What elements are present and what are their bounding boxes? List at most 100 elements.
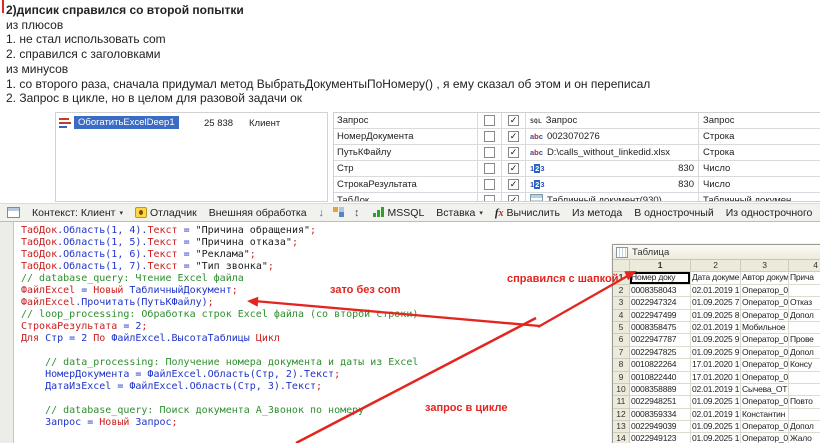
watch-row[interactable]: СтрокаРезультата ✓ 123 830 Число bbox=[334, 177, 820, 193]
watch-checkbox-cell[interactable]: ✓ bbox=[502, 193, 526, 201]
method-list[interactable]: ОбогатитьExcelDeep1 25 838 Клиент bbox=[55, 112, 328, 202]
grid-row-number[interactable]: 3 bbox=[613, 297, 630, 310]
grid-cell[interactable]: 0008358043 bbox=[630, 284, 691, 298]
grid-row-number[interactable]: 5 bbox=[613, 321, 630, 335]
evaluate-button[interactable]: Вычислить bbox=[491, 206, 564, 220]
watch-row[interactable]: НомерДокумента ✓ abc 0023070276 Строка bbox=[334, 129, 820, 145]
grid-cell[interactable]: Допол bbox=[789, 421, 820, 434]
grid-row-number[interactable]: 9 bbox=[613, 371, 630, 384]
grid-cell[interactable]: 0022949123 bbox=[630, 433, 691, 443]
grid-cell[interactable]: 01.09.2025 7 bbox=[691, 297, 741, 310]
insert-dropdown[interactable]: Вставка ▾ bbox=[432, 206, 487, 220]
code-line[interactable]: // database_query: Поиск документа А_Зво… bbox=[21, 405, 418, 417]
grid-cell[interactable]: 0008359334 bbox=[630, 408, 691, 422]
sort-button[interactable] bbox=[350, 206, 364, 220]
to-single-line-button[interactable]: В однострочный bbox=[630, 206, 717, 220]
code-line[interactable] bbox=[21, 345, 418, 357]
grid-cell[interactable]: Оператор_0 bbox=[741, 371, 789, 384]
grid-row-number[interactable]: 2 bbox=[613, 284, 630, 298]
grid-cell[interactable]: 01.09.2025 8 bbox=[691, 309, 741, 322]
grid-row-number[interactable]: 12 bbox=[613, 408, 630, 422]
grid-row-number[interactable]: 10 bbox=[613, 383, 630, 397]
grid-cell[interactable]: Жало bbox=[789, 433, 820, 443]
checkbox-checked[interactable]: ✓ bbox=[508, 115, 519, 126]
checkbox-unchecked[interactable] bbox=[484, 131, 495, 142]
code-lines[interactable]: ТабДок.Область(1, 4).Текст = "Причина об… bbox=[21, 225, 418, 429]
grid-cell[interactable]: Оператор_0 bbox=[741, 396, 789, 409]
method-list-item[interactable]: ОбогатитьExcelDeep1 25 838 Клиент bbox=[56, 115, 327, 133]
blocks-button[interactable] bbox=[329, 206, 349, 219]
grid-cell[interactable]: Консу bbox=[789, 359, 820, 372]
grid-cell[interactable]: 17.01.2020 1 bbox=[691, 359, 741, 372]
grid-cell[interactable]: Оператор_0 bbox=[741, 346, 789, 360]
code-line[interactable]: ДатаИзExcel = ФайлExcel.Область(Стр, 3).… bbox=[21, 381, 418, 393]
grid-row-number[interactable]: 8 bbox=[613, 359, 630, 372]
grid-cell[interactable]: Сычева_ОТ bbox=[741, 383, 789, 397]
grid-cell[interactable]: 01.09.2025 1 bbox=[691, 396, 741, 409]
table-row[interactable]: 14 0022949123 01.09.2025 1 Оператор_0 Жало bbox=[613, 433, 820, 443]
checkbox-checked[interactable]: ✓ bbox=[508, 163, 519, 174]
grid-cell[interactable]: 0022947787 bbox=[630, 334, 691, 347]
checkbox-checked[interactable]: ✓ bbox=[508, 179, 519, 190]
table-row[interactable]: 7 0022947825 01.09.2025 9 Оператор_0 Допол bbox=[613, 346, 820, 360]
watch-checkbox-cell[interactable] bbox=[478, 145, 502, 160]
table-row[interactable]: 11 0022948251 01.09.2025 1 Оператор_0 Повто bbox=[613, 396, 820, 409]
watch-row[interactable]: ТабДок ✓ Табличный документ(930) Табличный … bbox=[334, 193, 820, 201]
grid-cell[interactable]: Оператор_0 bbox=[741, 421, 789, 434]
grid-column-header[interactable]: 4 bbox=[789, 260, 820, 273]
grid-cell[interactable]: Допол bbox=[789, 347, 820, 360]
table-row[interactable]: 3 0022947324 01.09.2025 7 Оператор_0 Отказ bbox=[613, 297, 820, 310]
grid-cell[interactable] bbox=[789, 409, 820, 422]
debugger-button[interactable]: Отладчик bbox=[131, 206, 201, 220]
grid-cell[interactable]: 02.01.2019 1 bbox=[691, 408, 741, 422]
table-row[interactable]: 10 0008358889 02.01.2019 1 Сычева_ОТ bbox=[613, 383, 820, 397]
grid-cell[interactable] bbox=[789, 285, 820, 298]
checkbox-unchecked[interactable] bbox=[484, 163, 495, 174]
grid-row-number[interactable]: 4 bbox=[613, 309, 630, 322]
grid-cell[interactable]: Оператор_0 bbox=[741, 359, 789, 372]
checkbox-checked[interactable]: ✓ bbox=[508, 195, 519, 201]
table-row[interactable]: 13 0022949039 01.09.2025 1 Оператор_0 Допол bbox=[613, 421, 820, 434]
grid-row-number[interactable]: 14 bbox=[613, 433, 630, 443]
watch-row[interactable]: Стр ✓ 123 830 Число bbox=[334, 161, 820, 177]
grid-column-header[interactable]: 1 bbox=[630, 260, 691, 273]
code-line[interactable]: ТабДок.Область(1, 5).Текст = "Причина от… bbox=[21, 237, 418, 249]
grid-cell[interactable]: Прове bbox=[789, 334, 820, 347]
context-dropdown[interactable]: Контекст: Клиент ▾ bbox=[28, 206, 127, 220]
code-line[interactable]: СтрокаРезультата = 2; bbox=[21, 321, 418, 333]
grid-cell[interactable]: Номер доку bbox=[630, 272, 691, 285]
grid-cell[interactable]: 0022949039 bbox=[630, 421, 691, 434]
watch-checkbox-cell[interactable]: ✓ bbox=[502, 177, 526, 192]
watch-checkbox-cell[interactable]: ✓ bbox=[502, 129, 526, 144]
grid-cell[interactable]: 02.01.2019 1 bbox=[691, 383, 741, 397]
code-line[interactable]: Запрос = Новый Запрос; bbox=[21, 417, 418, 429]
grid-cell[interactable]: Оператор_0 bbox=[741, 284, 789, 298]
code-line[interactable]: Для Стр = 2 По ФайлExcel.ВысотаТаблицы Ц… bbox=[21, 333, 418, 345]
grid-cell[interactable]: Мобильное п bbox=[741, 321, 789, 335]
table-row[interactable]: 9 0010822440 17.01.2020 1 Оператор_0 bbox=[613, 371, 820, 384]
grid-cell[interactable]: Отказ bbox=[789, 297, 820, 310]
checkbox-unchecked[interactable] bbox=[484, 147, 495, 158]
spreadsheet-titlebar[interactable]: Таблица bbox=[613, 245, 820, 260]
table-row[interactable]: 1 Номер доку Дата докуме Автор докум Прича bbox=[613, 272, 820, 285]
table-row[interactable]: 5 0008358475 02.01.2019 1 Мобильное п bbox=[613, 321, 820, 335]
code-line[interactable]: ТабДок.Область(1, 7).Текст = "Тип звонка… bbox=[21, 261, 418, 273]
watch-checkbox-cell[interactable] bbox=[478, 161, 502, 176]
method-name[interactable]: ОбогатитьExcelDeep1 bbox=[74, 116, 179, 129]
watch-checkbox-cell[interactable] bbox=[478, 129, 502, 144]
code-line[interactable]: ТабДок.Область(1, 4).Текст = "Причина об… bbox=[21, 225, 418, 237]
external-processing-button[interactable]: Внешняя обработка bbox=[205, 206, 311, 220]
grid-row-number[interactable]: 7 bbox=[613, 346, 630, 360]
grid-cell[interactable]: Прича bbox=[789, 272, 820, 285]
table-row[interactable]: 12 0008359334 02.01.2019 1 Константин bbox=[613, 408, 820, 422]
code-line[interactable]: // data_processing: Получение номера док… bbox=[21, 357, 418, 369]
spreadsheet-grid[interactable]: 1 2 3 4 1 Номер доку Дата докуме Автор докум При… bbox=[613, 260, 820, 443]
checkbox-checked[interactable]: ✓ bbox=[508, 147, 519, 158]
checkbox-unchecked[interactable] bbox=[484, 195, 495, 201]
grid-cell[interactable]: 0010822264 bbox=[630, 359, 691, 372]
grid-cell[interactable]: Дата докуме bbox=[691, 272, 741, 285]
watch-row[interactable]: Запрос ✓ SQL Запрос Запрос bbox=[334, 113, 820, 129]
grid-cell[interactable]: Допол bbox=[789, 310, 820, 322]
grid-row-number[interactable]: 13 bbox=[613, 421, 630, 434]
watch-checkbox-cell[interactable] bbox=[478, 113, 502, 128]
